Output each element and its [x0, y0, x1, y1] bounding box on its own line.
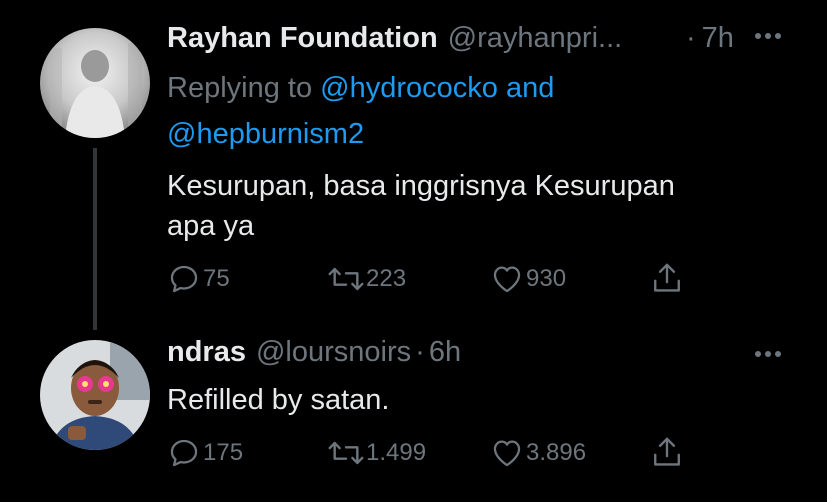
reply-count: 75 — [203, 265, 230, 292]
retweet-count: 223 — [366, 265, 407, 292]
retweet-count: 1.499 — [366, 439, 427, 466]
retweet-arrows-icon — [328, 441, 364, 465]
separator-dot: · — [686, 22, 696, 54]
share-upload-icon — [654, 437, 680, 466]
like-count: 930 — [526, 265, 567, 292]
retweet-button[interactable]: 1.499 — [326, 436, 426, 470]
replying-to-label: Replying to — [167, 72, 313, 104]
avatar-rayhan[interactable] — [40, 28, 150, 138]
like-count: 3.896 — [526, 439, 587, 466]
tweet-text-line: Kesurupan, basa inggrisnya Kesurupan — [167, 170, 675, 202]
display-name[interactable]: ndras — [167, 336, 246, 369]
user-handle[interactable]: @rayhanpri... — [448, 22, 623, 55]
avatar-image — [40, 340, 150, 450]
heart-icon — [493, 440, 521, 467]
avatar-image — [40, 28, 150, 138]
tweet-text: Kesurupan, basa inggrisnya Kesurupan apa… — [167, 166, 787, 246]
retweet-button[interactable]: 223 — [326, 262, 406, 296]
reply-bubble-icon — [170, 439, 198, 467]
user-handle[interactable]: @loursnoirs — [256, 336, 411, 369]
tweet-text: Refilled by satan. — [167, 380, 787, 420]
separator-dot: · — [415, 336, 425, 368]
display-name[interactable]: Rayhan Foundation — [167, 22, 438, 55]
tweet-text-line: Refilled by satan. — [167, 384, 390, 416]
more-options-button[interactable] — [752, 344, 784, 369]
share-button[interactable] — [650, 434, 684, 470]
avatar-ndras[interactable] — [40, 340, 150, 450]
reply-count: 175 — [203, 439, 244, 466]
reply-button[interactable]: 175 — [167, 436, 243, 470]
thread-connector-line — [93, 148, 97, 330]
heart-icon — [493, 266, 521, 293]
tweet-timestamp[interactable]: 6h — [429, 336, 461, 369]
more-horizontal-icon — [755, 33, 781, 39]
share-button[interactable] — [650, 260, 684, 296]
mention-link[interactable]: @hydrococko — [320, 72, 498, 104]
replying-and: and — [505, 72, 555, 104]
tweet-text-line: apa ya — [167, 210, 255, 242]
reply-button[interactable]: 75 — [167, 262, 230, 296]
like-button[interactable]: 3.896 — [490, 436, 586, 470]
more-horizontal-icon — [755, 351, 781, 357]
reply-bubble-icon — [170, 265, 198, 293]
more-options-button[interactable] — [752, 26, 784, 51]
like-button[interactable]: 930 — [490, 262, 566, 296]
mention-link[interactable]: @hepburnism2 — [167, 118, 364, 150]
retweet-arrows-icon — [328, 267, 364, 291]
tweet-timestamp[interactable]: 7h — [702, 22, 734, 55]
share-upload-icon — [654, 263, 680, 292]
